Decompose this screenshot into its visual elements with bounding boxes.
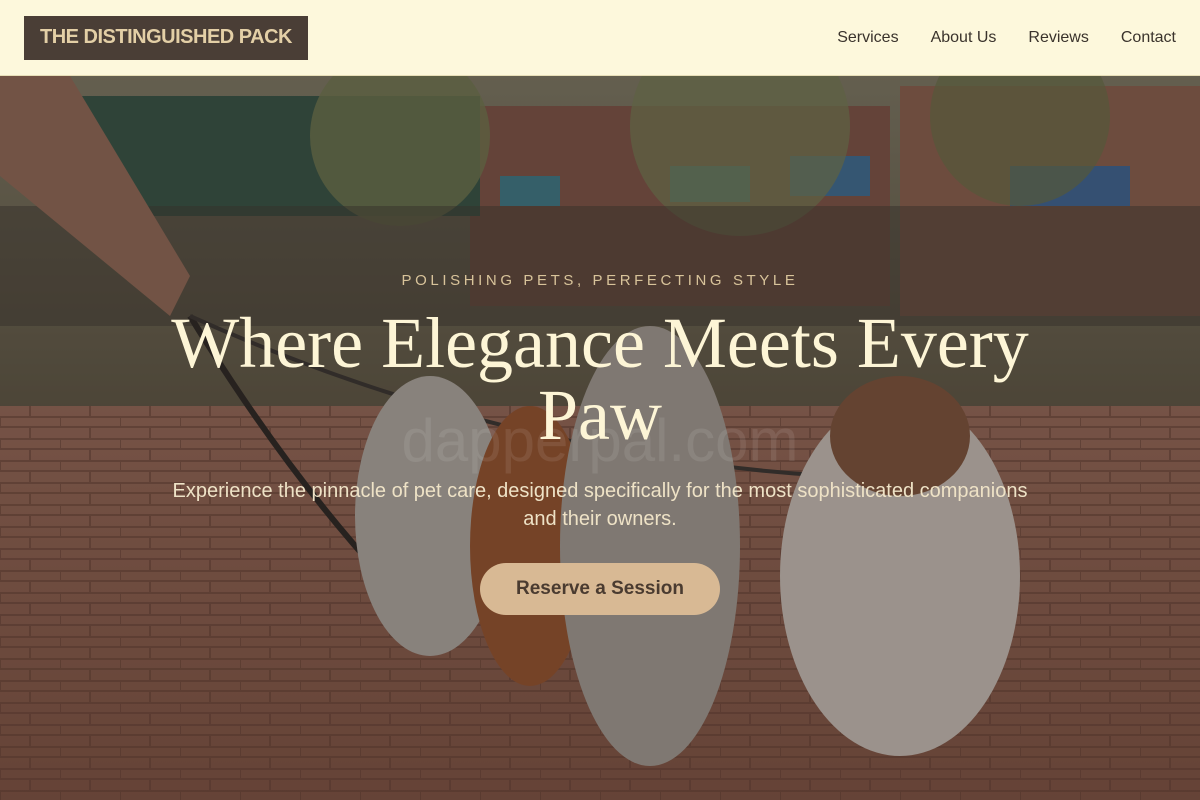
hero-subtext: Experience the pinnacle of pet care, des… xyxy=(172,480,1028,530)
nav-link-services[interactable]: Services xyxy=(837,29,898,47)
nav-link-about-us[interactable]: About Us xyxy=(931,29,997,47)
site-header: THE DISTINGUISHED PACK Services About Us… xyxy=(0,0,1200,76)
main-nav: Services About Us Reviews Contact xyxy=(837,29,1176,47)
hero-section: dapperpal.com POLISHING PETS, PERFECTING… xyxy=(0,76,1200,800)
hero-content: POLISHING PETS, PERFECTING STYLE Where E… xyxy=(150,272,1050,615)
nav-link-contact[interactable]: Contact xyxy=(1121,29,1176,47)
site-logo[interactable]: THE DISTINGUISHED PACK xyxy=(24,15,308,60)
hero-tagline: POLISHING PETS, PERFECTING STYLE xyxy=(401,272,799,289)
reserve-session-button[interactable]: Reserve a Session xyxy=(480,563,720,615)
hero-headline: Where Elegance Meets Every Paw xyxy=(171,303,1029,455)
nav-link-reviews[interactable]: Reviews xyxy=(1028,29,1088,47)
